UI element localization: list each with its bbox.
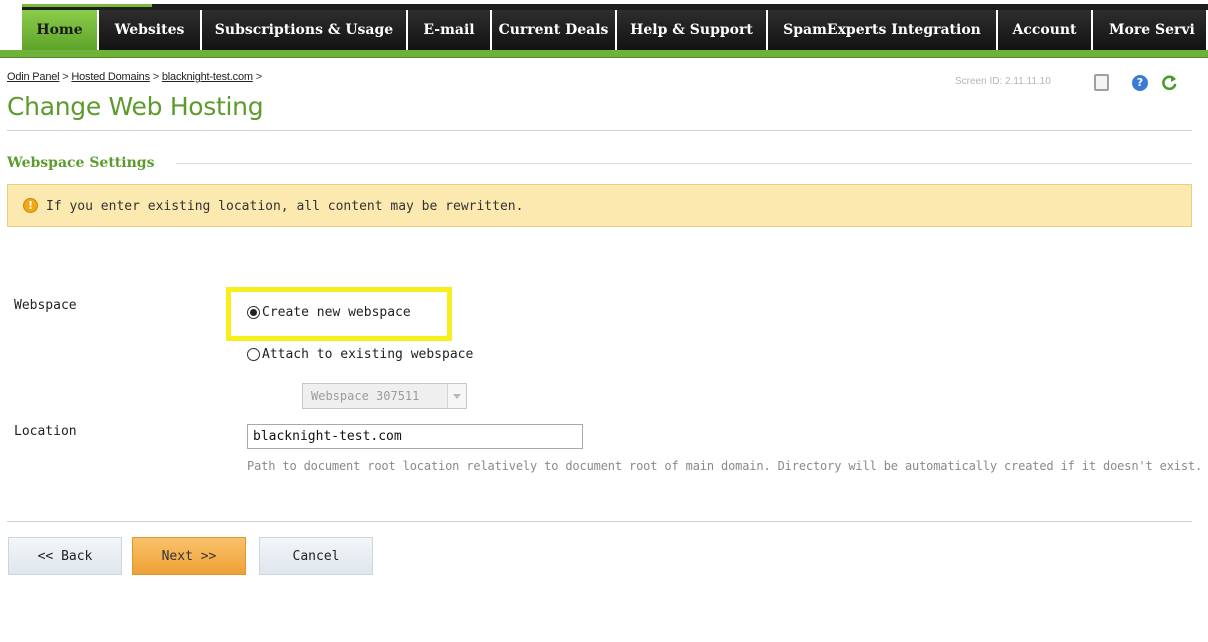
- tab-current-deals[interactable]: Current Deals: [492, 10, 617, 50]
- radio-button[interactable]: [247, 348, 260, 361]
- tab-subscriptions-usage[interactable]: Subscriptions & Usage: [202, 10, 408, 50]
- radio-attach-existing-webspace[interactable]: Attach to existing webspace: [247, 347, 473, 362]
- location-label: Location: [14, 424, 77, 439]
- radio-label: Attach to existing webspace: [262, 347, 474, 362]
- breadcrumb-hosted-domains[interactable]: Hosted Domains: [71, 71, 150, 83]
- location-hint: Path to document root location relativel…: [247, 459, 1203, 473]
- divider: [176, 163, 1192, 164]
- help-icon[interactable]: ?: [1132, 75, 1148, 91]
- back-button[interactable]: << Back: [8, 537, 122, 575]
- webspace-label: Webspace: [14, 298, 77, 313]
- breadcrumb-separator: >: [62, 71, 69, 83]
- section-title: Webspace Settings: [7, 155, 155, 171]
- tab-email[interactable]: E-mail: [408, 10, 492, 50]
- refresh-icon[interactable]: [1160, 74, 1178, 92]
- select-value: Webspace 307511: [311, 389, 420, 403]
- breadcrumb: Odin Panel > Hosted Domains > blacknight…: [7, 71, 262, 83]
- radio-create-new-webspace[interactable]: Create new webspace: [247, 305, 411, 320]
- chevron-down-icon: [447, 384, 466, 408]
- breadcrumb-separator: >: [255, 71, 262, 83]
- tab-home[interactable]: Home: [22, 10, 99, 50]
- tab-spamexperts-integration[interactable]: SpamExperts Integration: [768, 10, 998, 50]
- tab-websites[interactable]: Websites: [99, 10, 202, 50]
- radio-button-checked[interactable]: [247, 306, 260, 319]
- page-title: Change Web Hosting: [7, 92, 264, 121]
- screen-id: Screen ID: 2.11.11.10: [955, 76, 1051, 87]
- main-nav: Home Websites Subscriptions & Usage E-ma…: [0, 10, 1208, 50]
- cancel-button[interactable]: Cancel: [259, 537, 373, 575]
- warning-text: If you enter existing location, all cont…: [46, 199, 524, 214]
- tab-more-services[interactable]: More Servi: [1093, 10, 1208, 50]
- divider: [7, 130, 1192, 131]
- tab-account[interactable]: Account: [998, 10, 1093, 50]
- tab-help-support[interactable]: Help & Support: [617, 10, 768, 50]
- nav-underbar: [0, 50, 1208, 58]
- webspace-select[interactable]: Webspace 307511: [302, 383, 467, 409]
- radio-label: Create new webspace: [262, 305, 411, 320]
- location-input[interactable]: blacknight-test.com: [247, 424, 583, 449]
- warning-icon: !: [23, 198, 38, 213]
- top-strip: [0, 0, 1208, 10]
- breadcrumb-odin-panel[interactable]: Odin Panel: [7, 71, 60, 83]
- breadcrumb-separator: >: [152, 71, 159, 83]
- next-button[interactable]: Next >>: [132, 537, 246, 575]
- document-icon[interactable]: [1094, 74, 1109, 91]
- breadcrumb-domain[interactable]: blacknight-test.com: [162, 71, 253, 83]
- divider: [7, 521, 1192, 522]
- warning-banner: ! If you enter existing location, all co…: [7, 184, 1192, 227]
